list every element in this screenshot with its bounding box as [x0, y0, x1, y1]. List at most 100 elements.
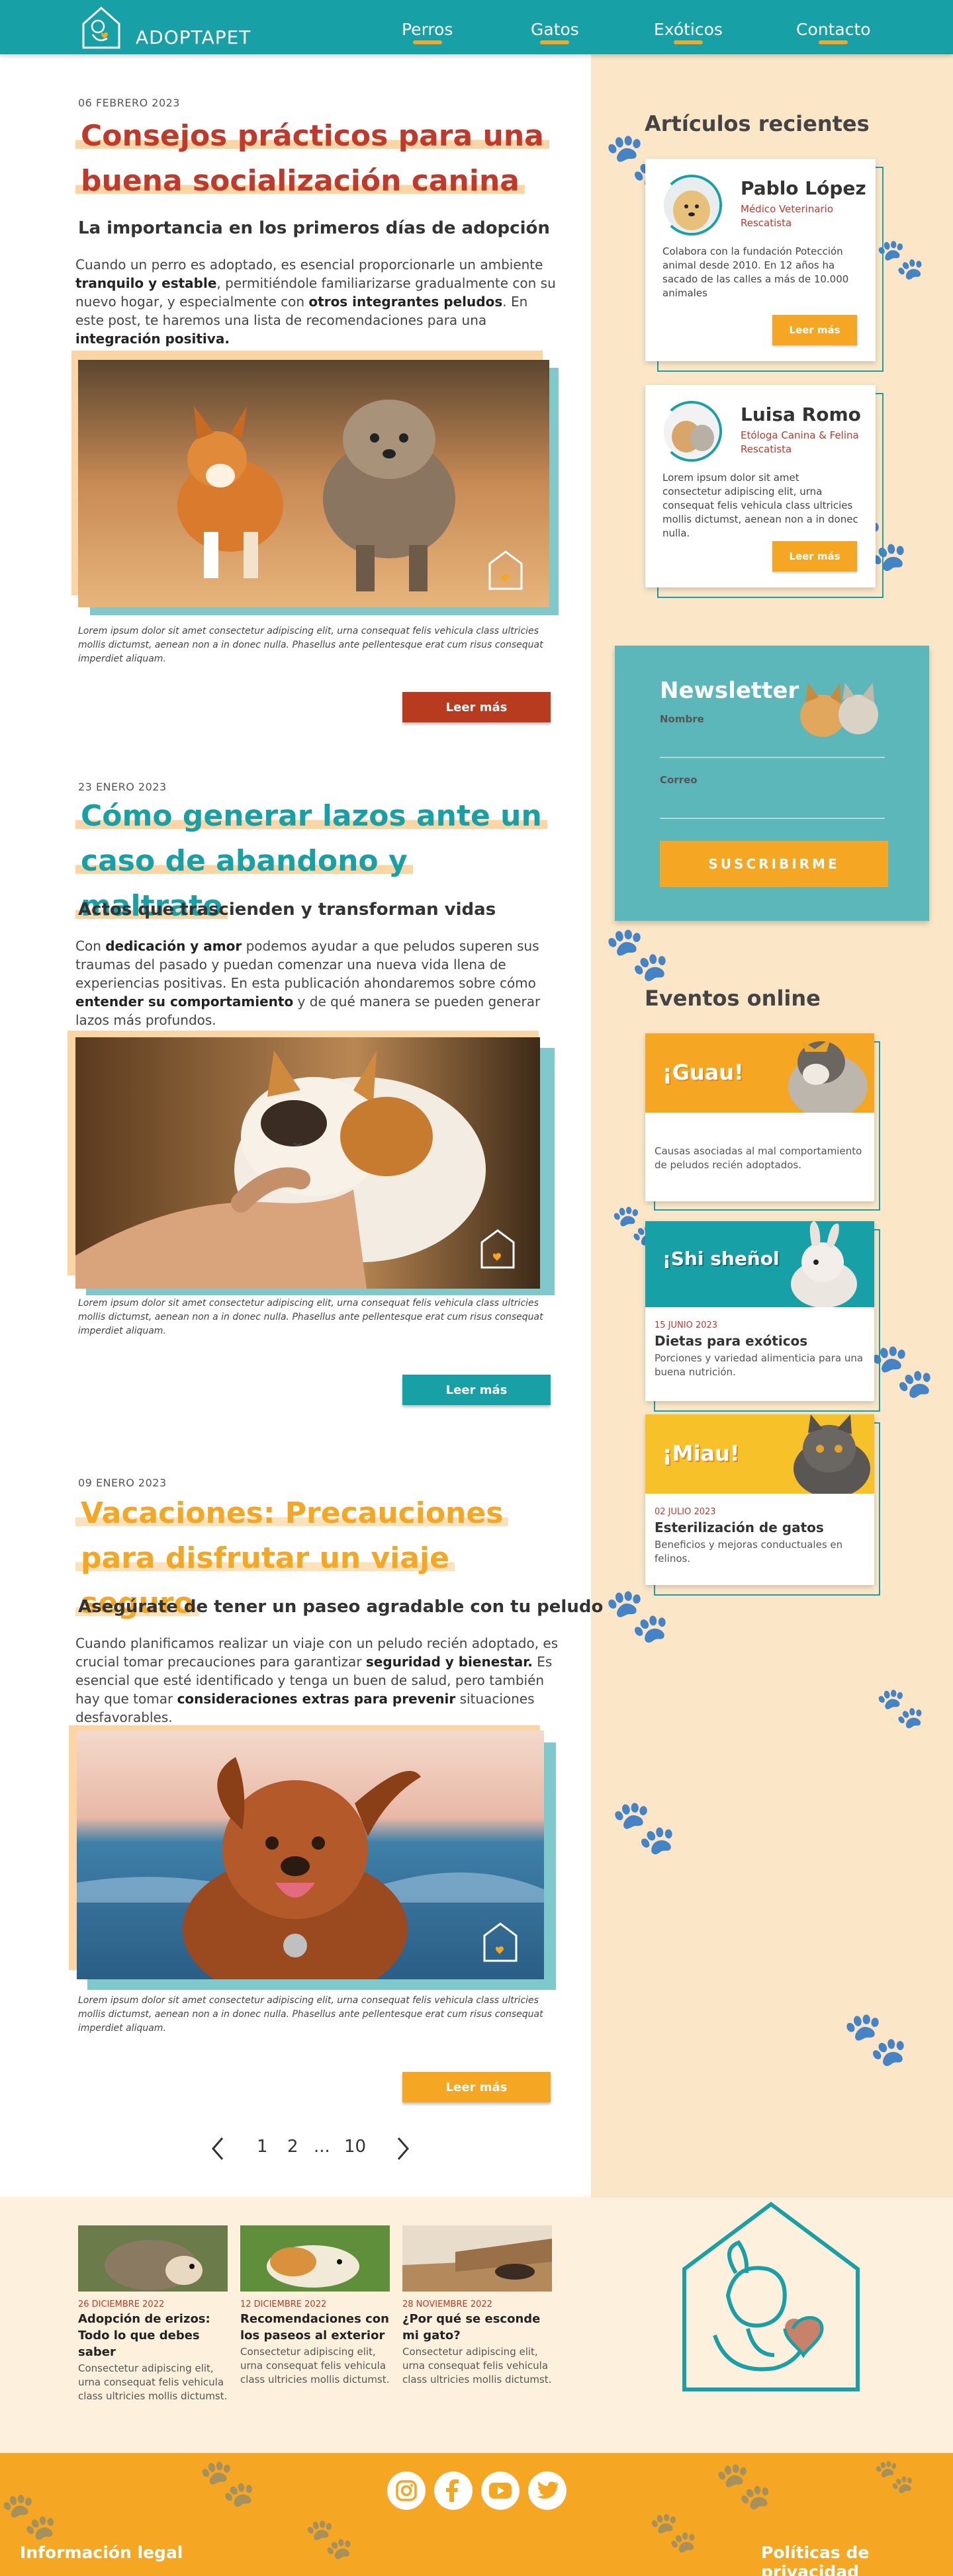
paw-print-icon: 🐾 [0, 2489, 58, 2543]
event-banner-title: ¡Miau! [662, 1441, 740, 1466]
body-text: Cuando un perro es adoptado, es esencial… [75, 257, 543, 273]
article-subtitle: La importancia en los primeros días de a… [78, 218, 550, 238]
event-date: 02 JULIO 2023 [655, 1507, 716, 1517]
event-text: Beneficios y mejoras conductuales en fel… [655, 1539, 843, 1565]
paw-print-icon: 🐾 [604, 1584, 670, 1646]
paw-print-icon: 🐾 [604, 923, 670, 984]
event-banner: ¡Guau! [645, 1033, 874, 1113]
nav-label: Exóticos [654, 20, 723, 39]
avatar [661, 401, 722, 462]
paw-print-icon: 🐾 [715, 2458, 773, 2512]
cat-and-dog-illustration [800, 683, 878, 737]
body-emphasis: dedicación y amor [105, 938, 242, 954]
online-events-heading: Eventos online [645, 986, 821, 1011]
body-emphasis: entender su comportamiento [75, 994, 294, 1009]
article-subtitle: Asegúrate de tener un paseo agradable co… [78, 1597, 604, 1617]
related-post-card[interactable]: 12 DICIEMBRE 2022 Recomendaciones con lo… [240, 2225, 390, 2387]
article-photo-dogs[interactable] [78, 360, 549, 607]
event-banner-title: ¡Shi sheñol [662, 1248, 780, 1269]
page-link[interactable]: 2 [287, 2137, 298, 2163]
nav-label: Contacto [796, 20, 871, 39]
read-more-button[interactable]: Leer más [402, 1375, 551, 1405]
event-card[interactable]: ¡Guau! Causas asociadas al mal comportam… [645, 1033, 874, 1201]
brand-name[interactable]: ADOPTAPET [136, 26, 251, 48]
related-title: Adopción de erizos: Todo lo que debes sa… [78, 2312, 210, 2359]
nav-link-perros[interactable]: Perros [402, 20, 453, 44]
read-more-button[interactable]: Leer más [402, 692, 551, 722]
newsletter-box: Newsletter Nombre Correo SUSCRIBIRME [615, 646, 929, 921]
chevron-right-icon[interactable] [396, 2137, 410, 2163]
event-date: 15 JUNIO 2023 [655, 1320, 718, 1330]
related-post-card[interactable]: 28 NOVIEMBRE 2022 ¿Por qué se esconde mi… [402, 2225, 552, 2387]
read-more-button[interactable]: Leer más [772, 315, 857, 345]
paw-print-icon: 🐾 [876, 1685, 925, 1731]
event-card[interactable]: ¡Shi sheñol 15 JUNIO 2023 Dietas para ex… [645, 1221, 874, 1401]
photo-caption: Lorem ipsum dolor sit amet consectetur a… [78, 626, 543, 664]
author-card-luisa[interactable]: Luisa Romo Etóloga Canina & Felina Resca… [645, 385, 876, 587]
author-role: Etóloga Canina & Felina Rescatista [741, 429, 859, 455]
paw-print-icon: 🐾 [649, 2509, 698, 2555]
nav-label: Gatos [531, 20, 579, 39]
name-input[interactable] [660, 734, 885, 758]
privacy-policy-link[interactable]: Políticas de privacidad [761, 2543, 953, 2576]
article-date: 06 FEBRERO 2023 [78, 97, 180, 109]
event-banner: ¡Miau! [645, 1414, 874, 1494]
nav-underline [412, 40, 442, 44]
nav-label: Perros [402, 20, 453, 39]
article-photo-cat[interactable] [75, 1037, 540, 1289]
nav-link-contacto[interactable]: Contacto [796, 20, 871, 44]
nav-underline [673, 40, 703, 44]
paw-print-icon: 🐾 [842, 2008, 909, 2069]
body-emphasis: otros integrantes peludos [308, 294, 503, 310]
email-label: Correo [660, 774, 698, 786]
event-banner: ¡Shi sheñol [645, 1221, 874, 1307]
photo-caption: Lorem ipsum dolor sit amet consectetur a… [78, 1995, 543, 2034]
name-label: Nombre [660, 713, 704, 725]
author-card-pablo[interactable]: Pablo López Médico Veterinario Rescatist… [645, 159, 876, 361]
article-body: Cuando planificamos realizar un viaje co… [75, 1634, 559, 1727]
youtube-icon[interactable] [481, 2471, 520, 2510]
body-text: Con [75, 938, 106, 954]
newsletter-title: Newsletter [660, 677, 799, 704]
related-text: Consectetur adipiscing elit, urna conseq… [240, 2346, 390, 2385]
author-name: Luisa Romo [741, 404, 861, 425]
event-text: Porciones y variedad alimenticia para un… [655, 1352, 864, 1378]
hedgehog-photo [78, 2225, 228, 2292]
adoptapet-large-logo-icon [682, 2202, 860, 2391]
instagram-icon[interactable] [387, 2471, 426, 2510]
read-more-button[interactable]: Leer más [402, 2072, 551, 2102]
article-date: 23 ENERO 2023 [78, 781, 167, 793]
nav-link-gatos[interactable]: Gatos [531, 20, 579, 44]
body-emphasis: integración positiva. [75, 331, 230, 347]
guinea-pig-photo [240, 2225, 390, 2292]
page-link-current[interactable]: 1 [257, 2137, 268, 2163]
read-more-button[interactable]: Leer más [772, 541, 857, 572]
page-ellipsis: ... [314, 2137, 330, 2157]
event-title: Dietas para exóticos [655, 1333, 808, 1349]
facebook-icon[interactable] [434, 2471, 473, 2510]
nav-underline [819, 40, 848, 44]
article-body: Con dedicación y amor podemos ayudar a q… [75, 937, 559, 1029]
paw-print-icon: 🐾 [874, 2457, 915, 2495]
event-title: Esterilización de gatos [655, 1520, 824, 1535]
related-post-card[interactable]: 26 DICIEMBRE 2022 Adopción de erizos: To… [78, 2225, 228, 2403]
paw-print-icon: 🐾 [199, 2456, 257, 2510]
email-input[interactable] [660, 795, 885, 819]
related-date: 12 DICIEMBRE 2022 [240, 2299, 327, 2309]
legal-info-link[interactable]: Información legal [20, 2543, 183, 2562]
article-photo-dog-sea[interactable] [77, 1731, 544, 1979]
related-text: Consectetur adipiscing elit, urna conseq… [78, 2362, 228, 2402]
cat-in-box-photo [402, 2225, 552, 2292]
author-bio: Colabora con la fundación Potección anim… [662, 245, 849, 299]
page-link[interactable]: 10 [344, 2137, 366, 2163]
event-card[interactable]: ¡Miau! 02 JULIO 2023 Esterilización de g… [645, 1414, 874, 1585]
chevron-left-icon[interactable] [210, 2137, 225, 2163]
subscribe-button[interactable]: SUSCRIBIRME [660, 841, 888, 887]
adoptapet-logo-icon[interactable] [78, 4, 124, 50]
nav-link-exoticos[interactable]: Exóticos [654, 20, 723, 44]
top-navbar: ADOPTAPET Perros Gatos Exóticos Contacto [0, 0, 953, 54]
author-role: Médico Veterinario Rescatista [741, 203, 834, 229]
twitter-icon[interactable] [528, 2471, 567, 2510]
related-title: Recomendaciones con los paseos al exteri… [240, 2312, 389, 2342]
article-title[interactable]: Consejos prácticos para una buena social… [75, 114, 559, 204]
